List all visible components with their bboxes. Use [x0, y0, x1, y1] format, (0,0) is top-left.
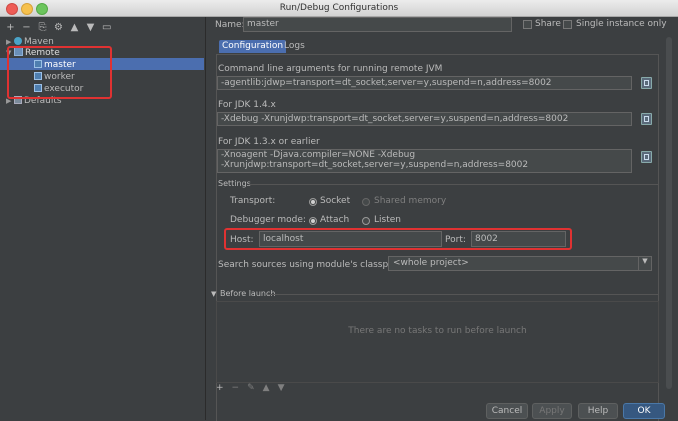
attach-radio[interactable] [309, 217, 317, 225]
move-task-up-icon[interactable]: ▲ [263, 383, 270, 393]
move-task-down-icon[interactable]: ▼ [278, 383, 285, 393]
highlight-box-host-port [224, 228, 572, 250]
title-bar: Run/Debug Configurations [0, 0, 678, 17]
shared-memory-radio[interactable] [362, 198, 370, 206]
remove-task-icon[interactable]: − [232, 383, 240, 393]
single-instance-label: Single instance only [576, 19, 667, 29]
tree-toolbar: + − ⎘ ⚙ ▲ ▼ ▭ [6, 20, 111, 34]
highlight-box-remote-configs [7, 46, 112, 99]
jdk14-label: For JDK 1.4.x [218, 100, 276, 110]
before-launch-list: There are no tasks to run before launch [216, 301, 659, 383]
no-tasks-text: There are no tasks to run before launch [348, 326, 527, 336]
classpath-dropdown[interactable]: <whole project> ▼ [388, 256, 652, 271]
name-label: Name: [215, 20, 245, 30]
remove-icon[interactable]: − [22, 22, 31, 33]
edit-defaults-icon[interactable]: ⚙ [54, 22, 63, 33]
listen-label: Listen [374, 215, 401, 225]
minimize-window-icon[interactable] [21, 3, 33, 15]
name-input[interactable]: master [243, 17, 512, 32]
add-task-icon[interactable]: + [216, 383, 224, 393]
zoom-window-icon[interactable] [36, 3, 48, 15]
jdk13-label: For JDK 1.3.x or earlier [218, 137, 320, 147]
add-icon[interactable]: + [6, 22, 15, 33]
transport-label: Transport: [230, 196, 276, 206]
classpath-value: <whole project> [393, 258, 469, 268]
configuration-tree-pane: + − ⎘ ⚙ ▲ ▼ ▭ ▶ Maven ▼ Remote master work… [0, 17, 206, 420]
copy-icon[interactable]: ⎘ [38, 22, 47, 33]
share-checkbox[interactable] [523, 20, 532, 29]
single-instance-checkbox[interactable] [563, 20, 572, 29]
jdk14-field[interactable]: -Xdebug -Xrunjdwp:transport=dt_socket,se… [217, 112, 632, 126]
copy-jdk13-icon[interactable] [641, 151, 652, 163]
settings-label: Settings [218, 179, 251, 188]
before-launch-toggle-icon[interactable]: ▼ [211, 290, 216, 298]
cmd-args-label: Command line arguments for running remot… [218, 64, 443, 74]
cancel-button[interactable]: Cancel [486, 403, 528, 419]
folder-icon[interactable]: ▭ [102, 22, 111, 33]
copy-cmd-icon[interactable] [641, 77, 652, 89]
configuration-editor: Name: master Share Single instance only … [206, 17, 678, 421]
socket-label: Socket [320, 196, 351, 206]
copy-jdk14-icon[interactable] [641, 113, 652, 125]
window-title: Run/Debug Configurations [279, 3, 399, 13]
shared-memory-label: Shared memory [374, 196, 447, 206]
before-launch-separator [268, 294, 658, 295]
settings-separator [249, 184, 659, 185]
tab-configuration[interactable]: Configuration [219, 40, 287, 53]
attach-label: Attach [320, 215, 350, 225]
jdk13-line-2: -Xrunjdwp:transport=dt_socket,server=y,s… [221, 160, 529, 170]
jdk13-field[interactable]: -Xnoagent -Djava.compiler=NONE -Xdebug -… [217, 149, 632, 173]
ok-button[interactable]: OK [623, 403, 665, 419]
socket-radio[interactable] [309, 198, 317, 206]
listen-radio[interactable] [362, 217, 370, 225]
help-button[interactable]: Help [578, 403, 618, 419]
debugger-mode-label: Debugger mode: [230, 215, 306, 225]
share-label: Share [535, 19, 561, 29]
apply-button[interactable]: Apply [532, 403, 572, 419]
before-launch-toolbar: + − ✎ ▲ ▼ [216, 383, 284, 393]
cmd-args-field[interactable]: -agentlib:jdwp=transport=dt_socket,serve… [217, 76, 632, 90]
move-up-icon[interactable]: ▲ [70, 22, 79, 33]
edit-task-icon[interactable]: ✎ [247, 383, 255, 393]
maven-icon [14, 37, 22, 45]
jdk13-line-1: -Xnoagent -Djava.compiler=NONE -Xdebug [221, 150, 416, 160]
vertical-scrollbar[interactable] [666, 37, 672, 389]
close-window-icon[interactable] [6, 3, 18, 15]
chevron-down-icon[interactable]: ▼ [638, 257, 651, 270]
classpath-label: Search sources using module's classpath: [218, 260, 406, 270]
tab-logs[interactable]: Logs [281, 40, 308, 53]
move-down-icon[interactable]: ▼ [86, 22, 95, 33]
